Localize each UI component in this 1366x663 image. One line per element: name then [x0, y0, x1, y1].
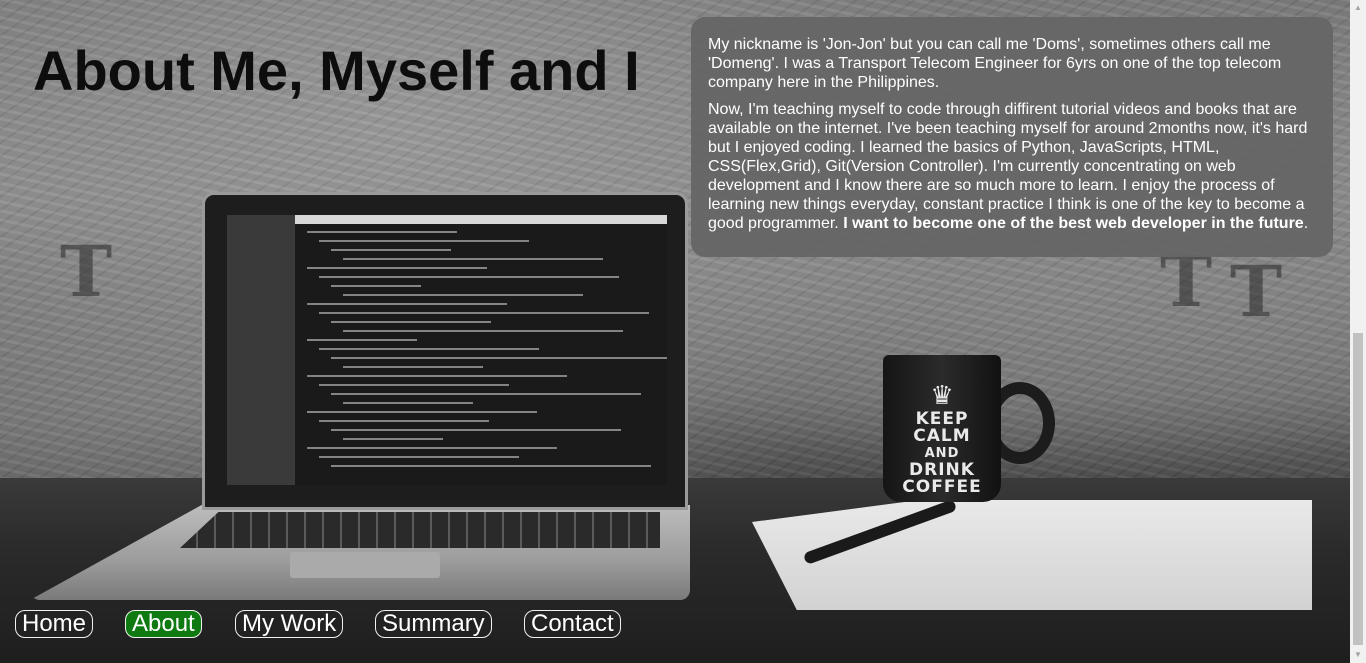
about-panel: My nickname is 'Jon-Jon' but you can cal…: [691, 17, 1333, 257]
code-line: [331, 465, 651, 467]
nav-contact-button[interactable]: Contact: [524, 610, 621, 638]
code-line: [331, 321, 491, 323]
wall-carving: T: [60, 230, 113, 313]
code-line: [331, 249, 451, 251]
laptop-keyboard: [180, 512, 660, 548]
scrollbar-thumb[interactable]: [1353, 333, 1363, 645]
nav-about-button[interactable]: About: [125, 610, 202, 638]
code-line: [307, 231, 457, 233]
laptop-screen: [227, 215, 667, 485]
code-line: [319, 348, 539, 350]
code-line: [331, 357, 667, 359]
about-goal-text: I want to become one of the best web dev…: [843, 215, 1304, 232]
code-line: [307, 375, 567, 377]
scroll-up-icon[interactable]: ▲: [1350, 0, 1366, 16]
code-line: [307, 339, 417, 341]
code-line: [307, 303, 507, 305]
nav-my-work-button[interactable]: My Work: [235, 610, 344, 638]
wall-carving: T: [1230, 250, 1283, 333]
code-line: [331, 393, 641, 395]
code-line: [319, 384, 509, 386]
scroll-down-icon[interactable]: ▼: [1350, 647, 1366, 663]
page-title: About Me, Myself and I: [33, 39, 640, 102]
about-paragraph-2: Now, I'm teaching myself to code through…: [708, 100, 1319, 233]
code-line: [331, 429, 621, 431]
mug-text-2: CALM: [913, 426, 971, 446]
nav-home-button[interactable]: Home: [15, 610, 94, 638]
code-line: [343, 438, 443, 440]
code-line: [343, 330, 623, 332]
about-paragraph-1: My nickname is 'Jon-Jon' but you can cal…: [708, 36, 1282, 91]
laptop-trackpad: [290, 552, 440, 578]
code-line: [307, 447, 557, 449]
crown-icon: ♛: [930, 381, 954, 411]
code-line: [319, 312, 649, 314]
code-line: [319, 420, 489, 422]
code-line: [319, 276, 619, 278]
code-line: [319, 240, 529, 242]
code-line: [343, 366, 483, 368]
code-line: [331, 285, 421, 287]
code-line: [343, 258, 603, 260]
nav-summary-button[interactable]: Summary: [375, 610, 492, 638]
code-line: [307, 411, 537, 413]
code-line: [307, 267, 487, 269]
mug-text-5: COFFEE: [902, 477, 982, 497]
about-paragraph-2-end: .: [1303, 215, 1309, 232]
notebook: [752, 500, 1312, 610]
code-line: [343, 402, 473, 404]
coffee-mug: ♛ KEEP CALM AND DRINK COFFEE: [883, 355, 1001, 502]
about-paragraph-2-text: Now, I'm teaching myself to code through…: [708, 101, 1308, 232]
vertical-scrollbar[interactable]: ▲ ▼: [1350, 0, 1366, 663]
code-line: [319, 456, 519, 458]
laptop: [202, 192, 688, 510]
code-line: [343, 294, 583, 296]
